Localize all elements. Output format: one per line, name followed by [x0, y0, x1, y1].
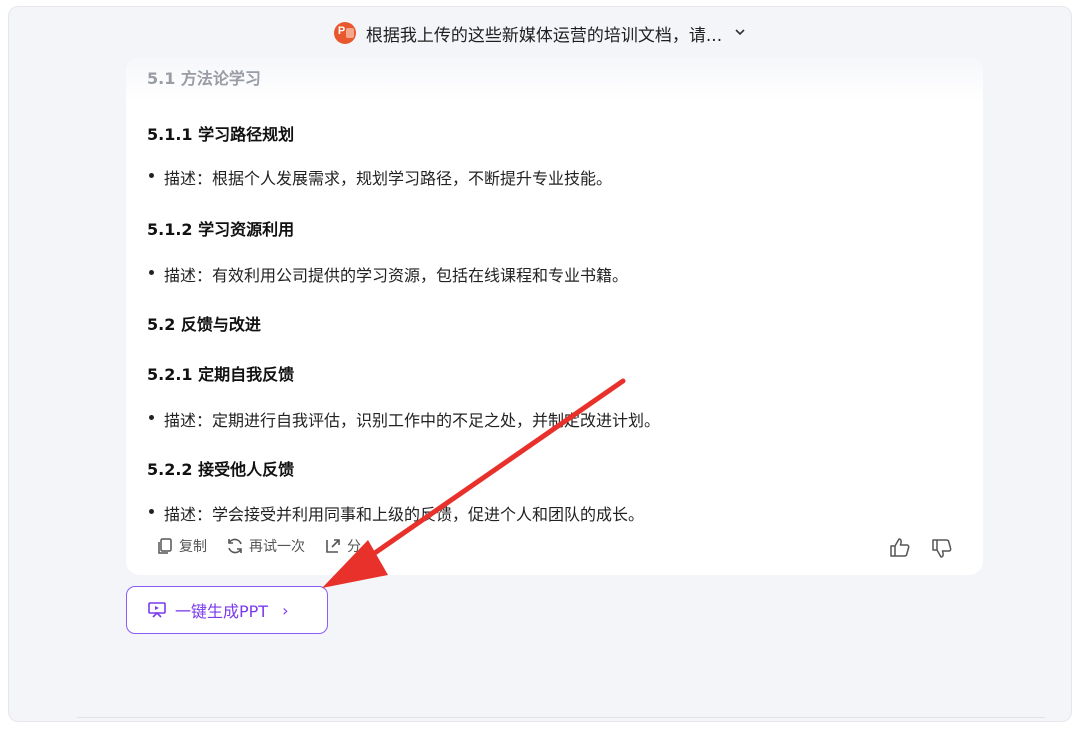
app-window: 根据我上传的这些新媒体运营的培训文档，请... 5.1 方法论学习 5.1.1 … [8, 6, 1072, 722]
section-heading: 5.2.2 接受他人反馈 [147, 460, 295, 479]
chevron-right-icon: › [282, 600, 289, 620]
thumbs-down-icon[interactable] [930, 536, 954, 560]
thumbs-up-icon[interactable] [888, 536, 912, 560]
share-icon [326, 539, 340, 553]
answer-card: 5.1 方法论学习 5.1.1 学习路径规划 描述：根据个人发展需求，规划学习路… [126, 57, 983, 575]
bullet-item: 描述：定期进行自我评估，识别工作中的不足之处，并制定改进计划。 [148, 407, 660, 431]
powerpoint-icon [333, 22, 356, 44]
section-heading: 5.1.2 学习资源利用 [147, 220, 295, 239]
section-heading: 5.2.1 定期自我反馈 [147, 365, 295, 384]
conversation-title: 根据我上传的这些新媒体运营的培训文档，请... [365, 25, 723, 46]
bullet-item: 描述：根据个人发展需求，规划学习路径，不断提升专业技能。 [148, 165, 612, 189]
section-heading: 5.1.1 学习路径规划 [147, 125, 295, 144]
bullet-item: 描述：学会接受并利用同事和上级的反馈，促进个人和团队的成长。 [148, 501, 644, 525]
retry-label: 再试一次 [249, 539, 305, 555]
share-label: 分 [347, 539, 361, 555]
bullet-item: 描述：有效利用公司提供的学习资源，包括在线课程和专业书籍。 [148, 262, 628, 286]
generate-ppt-label: 一键生成PPT [175, 602, 269, 621]
generate-ppt-button[interactable]: 一键生成PPT › [126, 586, 328, 634]
conversation-title-bar[interactable]: 根据我上传的这些新媒体运营的培训文档，请... [9, 7, 1071, 59]
feedback-buttons [888, 536, 954, 560]
share-button[interactable]: 分 [323, 536, 361, 556]
refresh-icon [228, 538, 242, 554]
copy-button[interactable]: 复制 [155, 536, 207, 556]
retry-button[interactable]: 再试一次 [225, 536, 305, 556]
faded-heading: 5.1 方法论学习 [147, 69, 261, 88]
section-heading: 5.2 反馈与改进 [147, 315, 261, 334]
presentation-icon [148, 602, 166, 618]
chevron-down-icon[interactable] [734, 26, 746, 41]
input-area-divider [77, 717, 1045, 718]
copy-icon [158, 538, 172, 554]
copy-label: 复制 [179, 539, 207, 555]
answer-actions: 复制 再试一次 分 [155, 536, 361, 556]
